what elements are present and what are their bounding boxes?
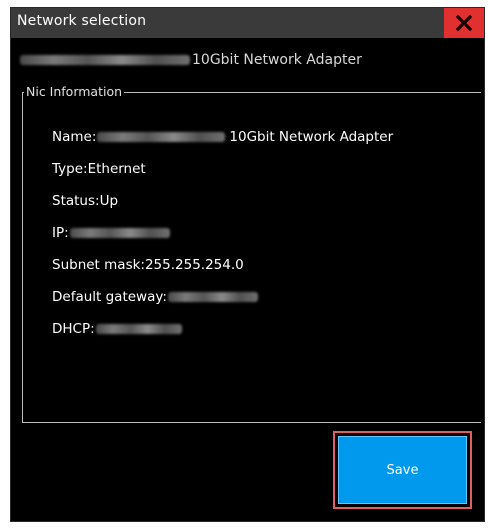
- adapter-name-suffix: 10Gbit Network Adapter: [192, 52, 362, 68]
- nic-dhcp-label: DHCP:: [52, 321, 95, 337]
- close-icon: [455, 14, 473, 32]
- nic-subnet-row: Subnet mask: 255.255.254.0: [52, 256, 244, 274]
- adapter-selector[interactable]: 10Gbit Network Adapter: [20, 50, 362, 70]
- title-bar[interactable]: Network selection: [11, 8, 484, 38]
- nic-dhcp-row: DHCP:: [52, 320, 183, 338]
- redacted-ip-value: [69, 228, 170, 238]
- nic-status-value: Up: [99, 193, 119, 209]
- nic-name-row: Name: 10Gbit Network Adapter: [52, 128, 393, 146]
- nic-gateway-label: Default gateway:: [52, 289, 167, 305]
- nic-subnet-value: 255.255.254.0: [144, 257, 244, 273]
- close-button[interactable]: [444, 8, 484, 38]
- redacted-nic-model: [97, 132, 226, 142]
- nic-type-label: Type:: [52, 161, 88, 177]
- nic-name-label: Name:: [52, 129, 97, 145]
- nic-name-suffix: 10Gbit Network Adapter: [229, 129, 394, 145]
- redacted-dhcp-value: [95, 324, 182, 334]
- dialog-title: Network selection: [17, 13, 147, 29]
- save-button[interactable]: Save: [338, 436, 467, 504]
- nic-information-legend: Nic Information: [24, 84, 125, 100]
- save-button-highlight: Save: [333, 431, 472, 509]
- nic-gateway-row: Default gateway:: [52, 288, 259, 306]
- nic-type-row: Type: Ethernet: [52, 160, 146, 178]
- redacted-adapter-model: [20, 55, 190, 65]
- nic-status-label: Status:: [52, 193, 100, 209]
- nic-subnet-label: Subnet mask:: [52, 257, 145, 273]
- nic-status-row: Status: Up: [52, 192, 118, 210]
- nic-ip-row: IP:: [52, 224, 171, 242]
- nic-ip-label: IP:: [52, 225, 69, 241]
- nic-type-value: Ethernet: [87, 161, 146, 177]
- redacted-gateway-value: [167, 292, 258, 302]
